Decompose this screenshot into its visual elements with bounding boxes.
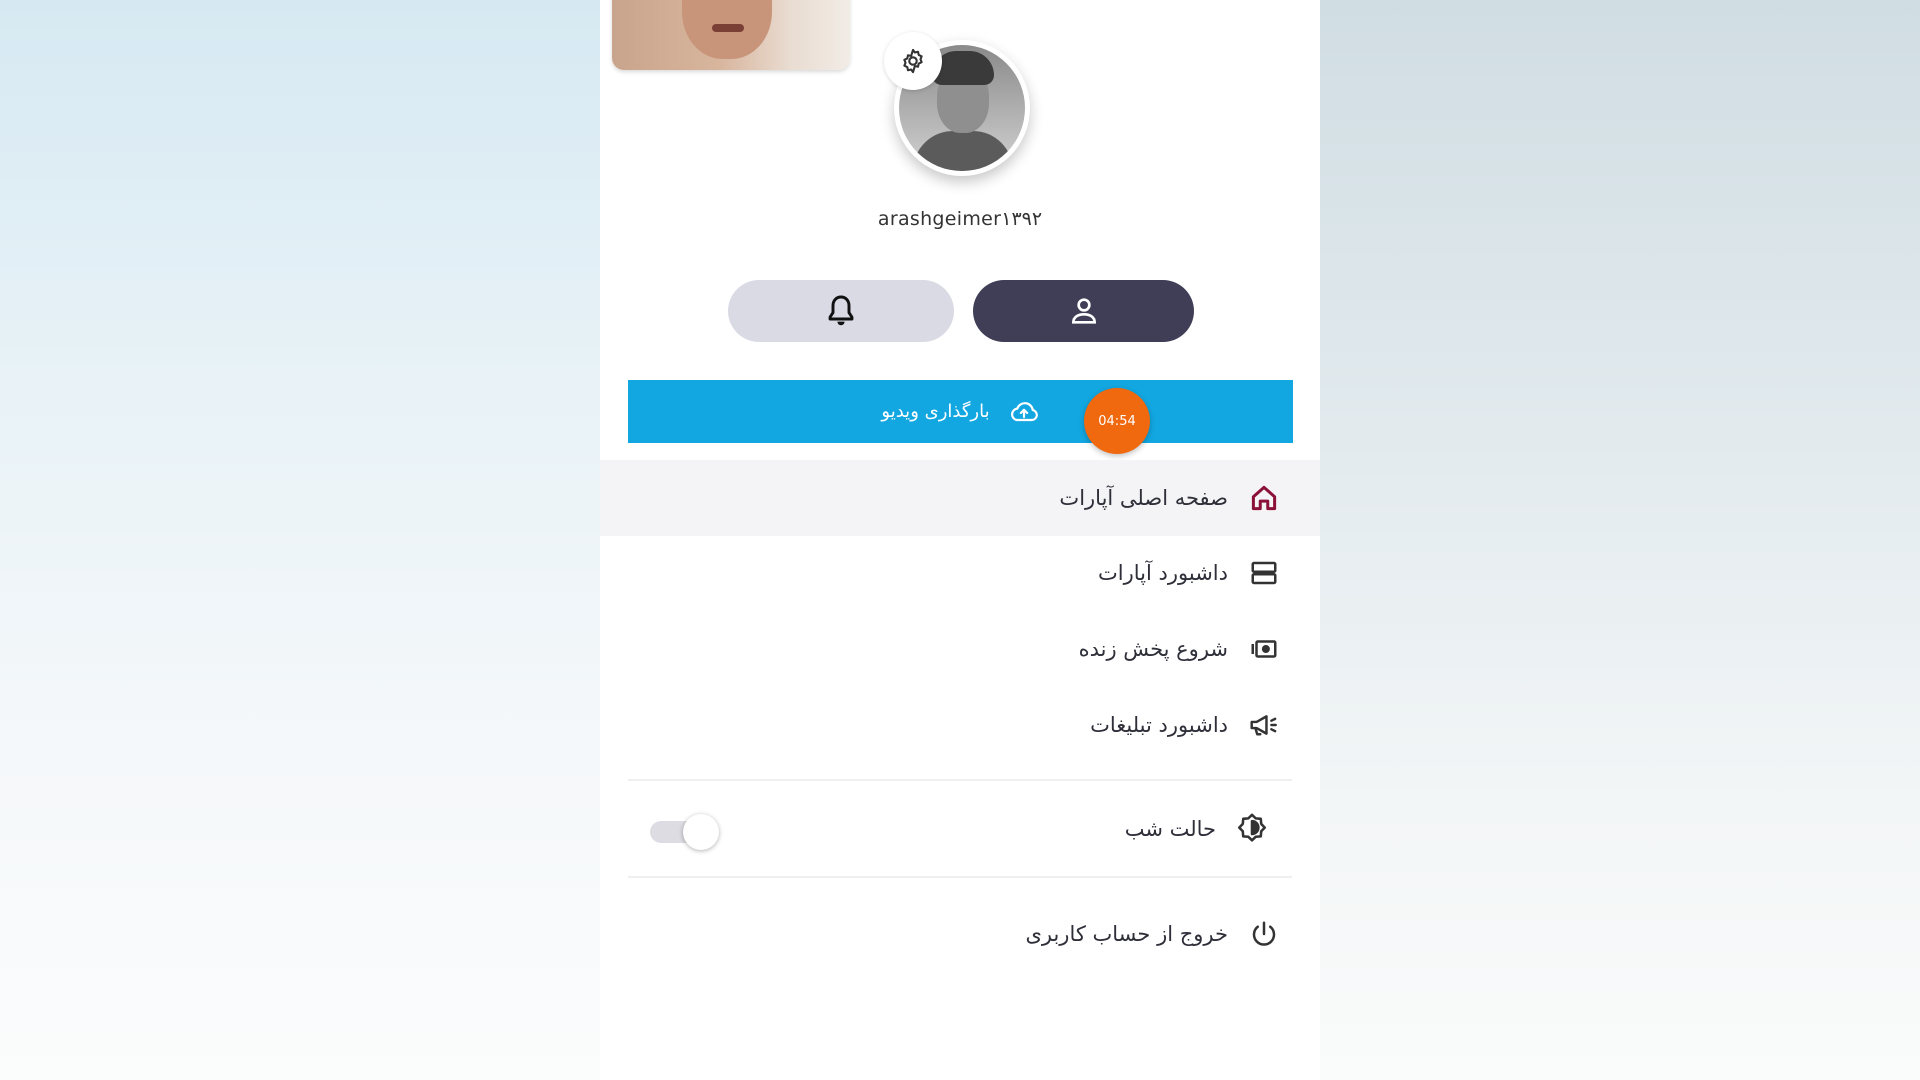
menu-item-label: داشبورد آپارات — [1098, 561, 1228, 585]
menu-item-ads-dashboard[interactable]: داشبورد تبلیغات — [600, 687, 1320, 763]
recording-timer-badge: 04:54 — [1084, 388, 1150, 454]
night-mode-label: حالت شب — [1124, 817, 1216, 841]
app-screen: arashgeimer۱۳۹۲ بارگذاری ویدیو 04:54 صفح… — [600, 0, 1320, 1080]
gear-icon — [903, 48, 923, 74]
cloud-upload-icon — [1010, 401, 1038, 421]
logout-label: خروج از حساب کاربری — [1025, 922, 1228, 946]
upload-video-label: بارگذاری ویدیو — [881, 401, 990, 422]
brightness-icon — [1237, 813, 1267, 842]
user-icon — [1071, 298, 1096, 324]
settings-button[interactable] — [884, 32, 942, 90]
divider — [628, 876, 1292, 878]
profile-button[interactable] — [973, 280, 1194, 342]
menu-item-label: داشبورد تبلیغات — [1090, 713, 1228, 737]
upload-video-button[interactable]: بارگذاری ویدیو — [628, 380, 1293, 443]
username: arashgeimer۱۳۹۲ — [877, 208, 1043, 230]
power-icon — [1252, 921, 1276, 946]
menu-item-label: شروع پخش زنده — [1078, 637, 1228, 661]
webcam-overlay — [612, 0, 850, 70]
bell-icon — [828, 295, 854, 326]
home-icon — [1251, 485, 1277, 511]
menu-item-aparat-home[interactable]: صفحه اصلی آپارات — [600, 460, 1320, 536]
megaphone-icon — [1250, 715, 1277, 736]
divider — [628, 779, 1292, 781]
logout-button[interactable]: خروج از حساب کاربری — [600, 896, 1320, 972]
night-mode-toggle[interactable] — [650, 814, 722, 850]
menu-item-label: صفحه اصلی آپارات — [1059, 486, 1228, 510]
menu-item-start-live[interactable]: شروع پخش زنده — [600, 611, 1320, 687]
dashboard-icon — [1251, 561, 1277, 585]
background-right — [1320, 0, 1920, 1080]
notifications-button[interactable] — [728, 280, 954, 342]
live-stream-icon — [1251, 640, 1277, 658]
menu-item-aparat-dashboard[interactable]: داشبورد آپارات — [600, 535, 1320, 611]
